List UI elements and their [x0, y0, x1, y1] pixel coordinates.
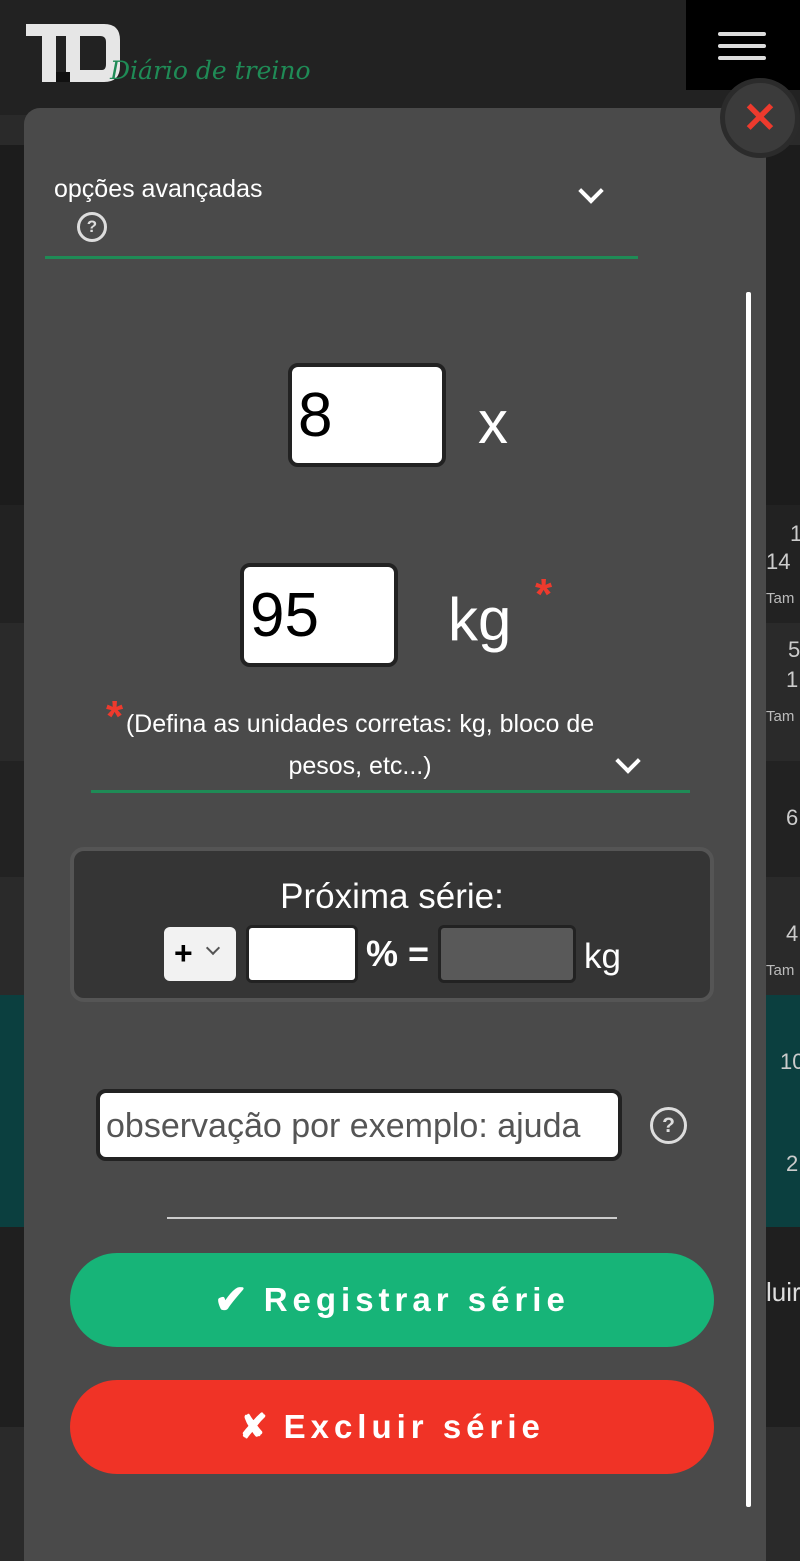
checkmark-icon: ✔: [214, 1278, 248, 1322]
bg-cell: Tam: [766, 708, 795, 725]
bg-cell: 6: [786, 805, 799, 830]
next-series-panel: Próxima série: + % = kg: [70, 847, 714, 1002]
observation-input[interactable]: observação por exemplo: ajuda: [96, 1089, 622, 1161]
sign-value: +: [174, 935, 193, 971]
chevron-down-icon: [205, 940, 221, 956]
help-icon[interactable]: ?: [650, 1107, 687, 1144]
bg-cell: 2: [786, 1151, 799, 1176]
unit-selector-underline: [91, 790, 690, 793]
delete-series-label: Excluir série: [283, 1408, 545, 1445]
next-series-title: Próxima série:: [280, 877, 504, 916]
bg-cell: Tam: [766, 962, 795, 979]
bg-cell: 5: [788, 637, 800, 662]
advanced-options-underline: [45, 256, 638, 259]
weight-input[interactable]: [240, 563, 398, 667]
help-icon[interactable]: ?: [77, 212, 107, 242]
app-subtitle: Diário de treino: [110, 56, 311, 85]
app-header: Diário de treino: [0, 0, 800, 115]
bg-cell: 10: [780, 1049, 800, 1074]
next-weight-result: [438, 925, 576, 983]
close-button[interactable]: ✕: [720, 78, 800, 158]
bg-cell: 1: [790, 521, 800, 546]
sign-select[interactable]: +: [164, 927, 236, 981]
reps-input[interactable]: [288, 363, 446, 467]
delete-series-button[interactable]: ✘ Excluir série: [70, 1380, 714, 1474]
advanced-options-label[interactable]: opções avançadas: [54, 175, 262, 204]
percent-input[interactable]: [246, 925, 358, 983]
reps-separator: x: [478, 389, 508, 456]
register-series-label: Registrar série: [263, 1281, 570, 1318]
bg-cell: Tam: [766, 590, 795, 607]
percent-equals-label: % =: [366, 933, 430, 974]
register-series-button[interactable]: ✔ Registrar série: [70, 1253, 714, 1347]
hamburger-menu-button[interactable]: [686, 0, 800, 90]
cross-icon: ✘: [239, 1408, 268, 1446]
unit-selector-text[interactable]: (Defina as unidades corretas: kg, bloco …: [90, 703, 630, 787]
next-weight-unit: kg: [584, 937, 621, 976]
bg-cell: 4: [786, 921, 799, 946]
scrollbar[interactable]: [746, 292, 751, 1507]
close-icon: ✕: [742, 94, 778, 141]
bg-cell: 14: [766, 549, 791, 574]
bg-cell: 1: [786, 667, 799, 692]
divider: [167, 1217, 617, 1219]
required-mark: *: [535, 570, 553, 619]
weight-unit: kg: [448, 586, 512, 653]
bg-button-text: luir: [766, 1277, 800, 1307]
